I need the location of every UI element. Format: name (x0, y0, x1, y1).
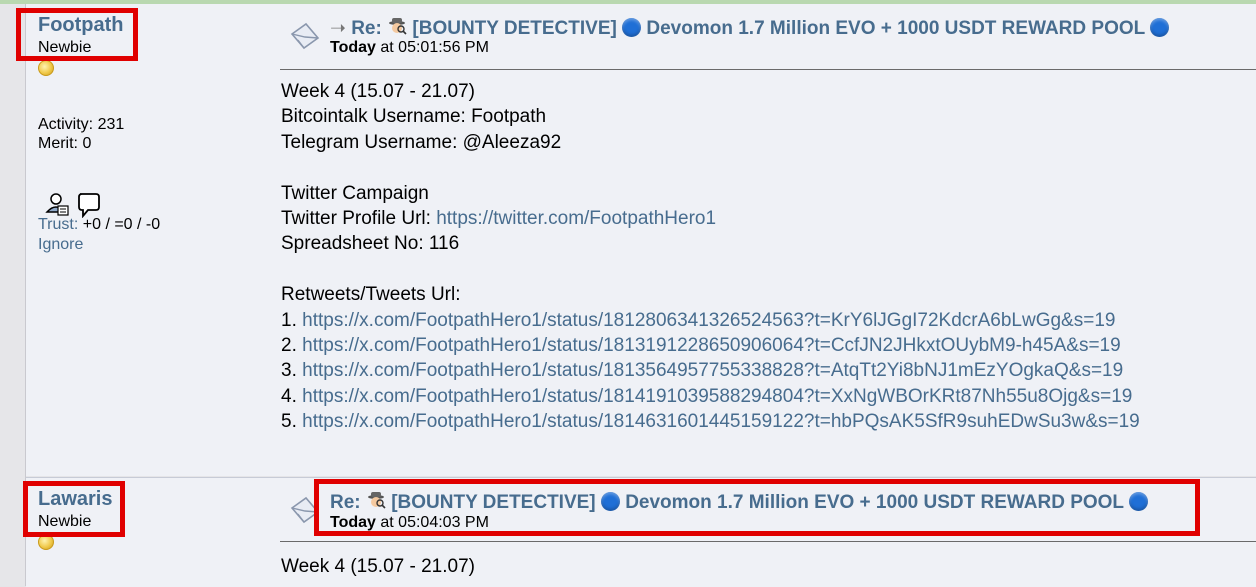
tweet-list-item: 1. https://x.com/FootpathHero1/status/18… (281, 308, 1140, 333)
detective-emoji-icon (389, 18, 407, 35)
list-number: 4. (281, 385, 297, 407)
post-date: Today at 05:01:56 PM (330, 39, 489, 57)
tweet-list-item: 5. https://x.com/FootpathHero1/status/18… (281, 409, 1140, 434)
rank-star-icon (38, 60, 54, 76)
post-body: Week 4 (15.07 - 21.07) Bitcointalk Usern… (281, 79, 1140, 435)
body-line-campaign: Twitter Campaign (281, 182, 429, 204)
highlight-box-author (16, 8, 138, 61)
blue-circle-icon (1150, 18, 1170, 37)
profile-icons (38, 190, 118, 219)
tweet-link[interactable]: https://x.com/FootpathHero1/status/18131… (302, 335, 1121, 356)
trust-row: Trust: +0 / =0 / -0 (38, 216, 160, 234)
subject-tag: [BOUNTY DETECTIVE] (412, 18, 617, 39)
tweet-link[interactable]: https://x.com/FootpathHero1/status/18141… (302, 386, 1132, 407)
blue-circle-icon (622, 18, 642, 37)
tweet-link[interactable]: https://x.com/FootpathHero1/status/18135… (302, 360, 1123, 381)
post-body: Week 4 (15.07 - 21.07) (281, 554, 475, 579)
date-time: at 05:01:56 PM (380, 39, 489, 56)
body-line-retweets-label: Retweets/Tweets Url: (281, 284, 461, 306)
list-number: 1. (281, 309, 297, 331)
activity-stat: Activity: 231 (38, 116, 125, 133)
post-subject[interactable]: ➝ Re: [BOUNTY DETECTIVE] Devomon 1.7 Mil… (330, 17, 1170, 40)
list-number: 5. (281, 411, 297, 433)
speech-bubble-icon[interactable] (78, 193, 100, 219)
tweet-link[interactable]: https://x.com/FootpathHero1/status/18146… (302, 411, 1140, 432)
trust-value: +0 / =0 / -0 (82, 216, 161, 233)
tweet-link[interactable]: https://x.com/FootpathHero1/status/18128… (302, 310, 1115, 331)
body-line-profile: Twitter Profile Url: https://twitter.com… (281, 206, 1140, 231)
forum-post: Lawaris Newbie Re: [BOUNTY DETECTIVE] De… (23, 477, 1256, 587)
ignore-link[interactable]: Ignore (38, 236, 83, 254)
body-line-bct: Bitcointalk Username: Footpath (281, 106, 547, 128)
post-divider (280, 69, 1256, 70)
profile-person-icon[interactable] (45, 193, 69, 216)
message-icon (290, 22, 320, 50)
tweet-list-item: 2. https://x.com/FootpathHero1/status/18… (281, 333, 1140, 358)
body-line-week: Week 4 (15.07 - 21.07) (281, 81, 475, 102)
highlight-box-author (23, 481, 125, 537)
merit-stat: Merit: 0 (38, 135, 92, 152)
subject-title: Devomon 1.7 Million EVO + 1000 USDT REWA… (646, 18, 1145, 39)
highlight-box-subject (314, 479, 1200, 536)
list-number: 3. (281, 360, 297, 382)
trust-link[interactable]: Trust: (38, 216, 78, 233)
post-divider (280, 541, 1256, 542)
forum-post: Footpath Newbie Activity: 231 Merit: 0 T… (16, 4, 1256, 476)
subject-prefix: Re: (351, 18, 382, 39)
profile-label: Twitter Profile Url: (281, 208, 431, 230)
tweet-list-item: 4. https://x.com/FootpathHero1/status/18… (281, 384, 1140, 409)
body-line-week: Week 4 (15.07 - 21.07) (281, 556, 475, 577)
list-number: 2. (281, 335, 297, 357)
date-day: Today (330, 39, 376, 56)
tweet-list-item: 3. https://x.com/FootpathHero1/status/18… (281, 358, 1140, 383)
twitter-profile-link[interactable]: https://twitter.com/FootpathHero1 (436, 208, 716, 229)
body-line-sheet: Spreadsheet No: 116 (281, 233, 460, 255)
body-line-telegram: Telegram Username: @Aleeza92 (281, 131, 562, 153)
reply-arrow-icon: ➝ (330, 18, 346, 39)
